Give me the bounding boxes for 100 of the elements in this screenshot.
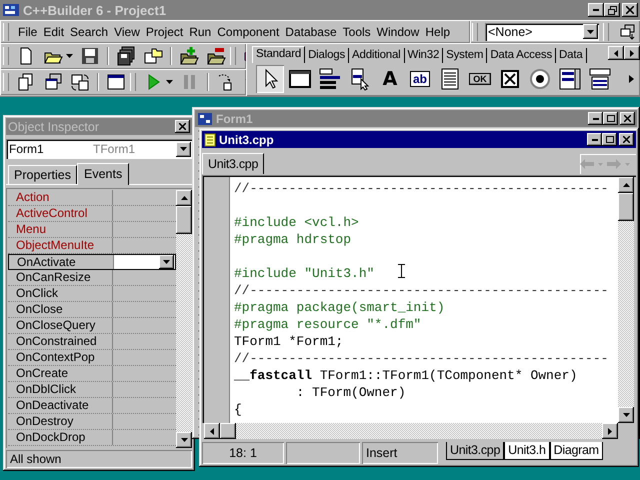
event-name[interactable]: OnClose (8, 302, 113, 317)
window-title: Unit3.cpp (219, 132, 275, 146)
listbox-icon (558, 67, 582, 91)
maximize-button[interactable] (602, 133, 617, 146)
event-name[interactable]: OnDeactivate (8, 398, 113, 413)
cursor-position: 18: 1 (202, 442, 284, 464)
event-name[interactable]: OnCanResize (8, 270, 113, 285)
code-line: TForm1 *Form1; (234, 334, 344, 349)
folder-icon (143, 46, 163, 66)
file-tab[interactable]: Diagram (550, 442, 603, 460)
scrollbar[interactable] (618, 177, 634, 423)
palette-button[interactable]: OK (466, 65, 494, 93)
restore-button[interactable] (604, 3, 620, 17)
scroll-thumb[interactable] (618, 193, 634, 221)
file-tab[interactable]: Unit3.cpp (202, 153, 264, 174)
caret-icon (180, 147, 187, 151)
menu-item[interactable]: Window (376, 24, 420, 38)
dropdown-field[interactable]: <None> (485, 22, 599, 40)
up-arrow-icon (622, 183, 630, 187)
left-arrow-icon (210, 428, 214, 434)
event-name[interactable]: Menu (8, 222, 113, 237)
menu-item[interactable]: Run (189, 24, 212, 38)
palette-tab[interactable]: System (443, 48, 488, 63)
right-arrow-icon (630, 50, 634, 56)
windows-icon (43, 72, 63, 92)
more-arrow-icon[interactable] (629, 75, 634, 83)
menu-item[interactable]: Search (70, 24, 108, 38)
insert-mode: Insert (362, 442, 438, 464)
close-button[interactable] (619, 133, 634, 146)
event-name[interactable]: OnCloseQuery (8, 318, 113, 333)
code-line: #include <vcl.h> (234, 215, 359, 230)
menu-item[interactable]: Help (425, 24, 450, 38)
restore-icon (608, 6, 616, 14)
event-name[interactable]: ActiveControl (8, 206, 113, 221)
file-tab[interactable]: Unit3.cpp (446, 442, 504, 460)
menu-icon (318, 67, 342, 91)
event-name[interactable]: OnContextPop (8, 350, 113, 365)
palette-button[interactable] (256, 65, 284, 93)
palette-tab[interactable]: Win32 (404, 48, 444, 63)
event-name[interactable]: OnDockDrop (8, 430, 113, 445)
folder-plus-icon (179, 46, 199, 66)
code-line: //---------------------------------------------- (234, 351, 608, 366)
event-name[interactable]: OnClick (8, 286, 113, 301)
down-arrow-icon (180, 438, 188, 442)
up-arrow-icon (180, 196, 188, 200)
menu-item[interactable]: Database (285, 24, 337, 38)
scroll-left-button[interactable] (608, 46, 624, 60)
text-cursor-icon (398, 264, 405, 278)
status-text: All shown (6, 450, 192, 468)
window-title: Form1 (216, 112, 254, 126)
windows-icon (619, 22, 637, 40)
scroll-right-button[interactable] (624, 46, 640, 60)
palette-button[interactable]: A (376, 65, 404, 93)
minimize-icon (593, 9, 599, 11)
scrollbar[interactable] (176, 190, 192, 448)
minimize-button[interactable] (588, 3, 604, 17)
event-name[interactable]: OnCreate (8, 366, 113, 381)
combobox-icon (588, 67, 612, 91)
menu-item[interactable]: File (18, 24, 38, 38)
window-icon (106, 72, 126, 92)
object-selector[interactable]: Form1 TForm1 (6, 139, 192, 159)
back-arrow-icon[interactable] (580, 159, 594, 169)
right-arrow-icon (608, 428, 612, 434)
checkbox-icon (498, 67, 522, 91)
window-title: Object Inspector (8, 120, 100, 134)
close-button[interactable] (622, 3, 638, 17)
scroll-thumb[interactable] (176, 206, 192, 234)
document-icon (204, 132, 216, 146)
app-icon (2, 2, 20, 18)
scroll-thumb[interactable] (220, 423, 236, 439)
code-line: __fastcall TForm1::TForm1(TComponent* Owner) (234, 368, 578, 383)
inspector-tab[interactable]: Events (76, 163, 130, 185)
code-line: #pragma package(smart_init) (234, 300, 445, 315)
disks-icon (116, 46, 136, 66)
event-name[interactable]: OnDestroy (8, 414, 113, 429)
code-editor[interactable] (230, 177, 618, 423)
close-icon (179, 123, 186, 130)
menu-item[interactable]: Edit (43, 24, 64, 38)
menu-item[interactable]: Component (217, 24, 280, 38)
event-name[interactable]: OnConstrained (8, 334, 113, 349)
palette-tab[interactable]: Data (556, 48, 587, 63)
app-icon (197, 112, 213, 126)
palette-tab[interactable]: Data Access (487, 48, 556, 63)
event-name[interactable]: ObjectMenuIte (8, 238, 113, 253)
radio-icon (528, 67, 552, 91)
event-name[interactable]: Action (8, 190, 113, 205)
down-arrow-icon (622, 413, 630, 417)
close-icon (626, 6, 634, 14)
code-line: : TForm(Owner) (295, 385, 406, 400)
palette-tab[interactable]: Dialogs (305, 48, 350, 63)
palette-button[interactable]: ab (406, 65, 434, 93)
file-tab[interactable]: Unit3.h (504, 442, 550, 460)
palette-tab[interactable]: Standard (252, 46, 306, 63)
event-name[interactable]: OnDblClick (8, 382, 113, 397)
menu-item[interactable]: Tools (342, 24, 371, 38)
inspector-tab[interactable]: Properties (8, 165, 77, 184)
menu-item[interactable]: Project (146, 24, 184, 38)
palette-tab[interactable]: Additional (349, 48, 405, 63)
minimize-button[interactable] (587, 133, 602, 146)
menu-item[interactable]: View (114, 24, 140, 38)
